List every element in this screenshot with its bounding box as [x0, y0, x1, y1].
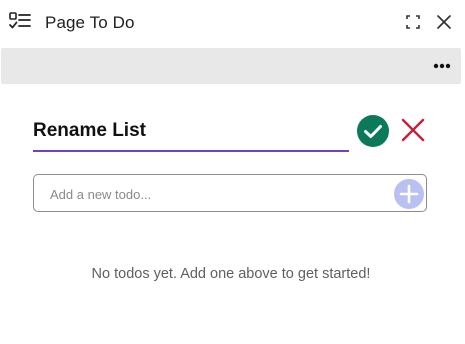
x-icon: [400, 118, 426, 147]
checklist-icon: [8, 10, 32, 34]
new-todo-input[interactable]: [50, 184, 380, 204]
add-todo-button[interactable]: [394, 179, 424, 209]
more-options-button[interactable]: [429, 56, 455, 76]
confirm-rename-button[interactable]: [357, 115, 389, 147]
rename-list-input[interactable]: [33, 116, 343, 146]
expand-icon: [401, 15, 425, 38]
cancel-rename-button[interactable]: [400, 117, 426, 143]
title-bar: Page To Do: [0, 0, 465, 46]
expand-button[interactable]: [401, 10, 425, 34]
more-horizontal-icon: [429, 63, 455, 80]
close-button[interactable]: [432, 10, 456, 34]
check-circle-icon: [357, 115, 389, 151]
empty-state-message: No todos yet. Add one above to get start…: [91, 266, 371, 282]
window-title: Page To Do: [45, 13, 135, 32]
new-todo-field: [33, 174, 427, 212]
rename-list-field: [33, 116, 349, 152]
plus-circle-icon: [394, 179, 424, 213]
close-icon: [432, 15, 456, 38]
toolbar: [1, 48, 461, 84]
